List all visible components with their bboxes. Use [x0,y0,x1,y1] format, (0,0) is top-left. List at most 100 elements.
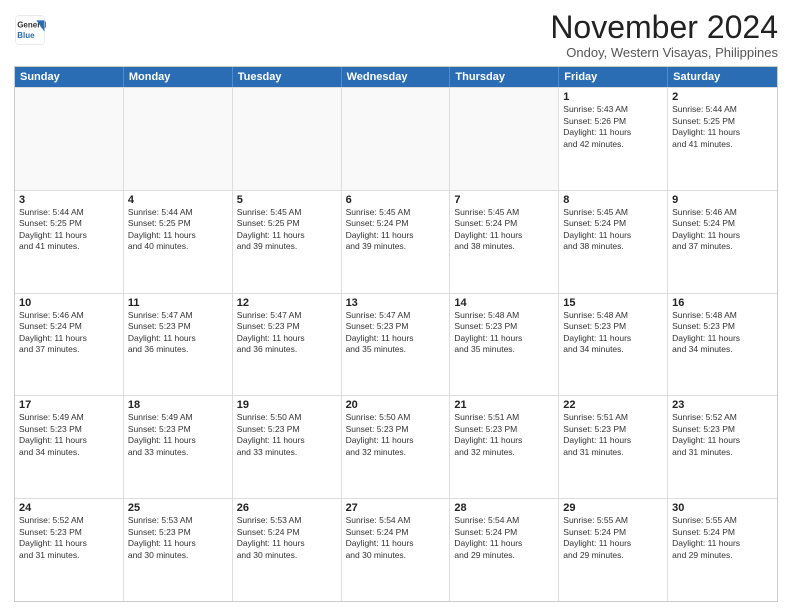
day-number: 18 [128,399,228,411]
day-number: 3 [19,194,119,206]
cal-header-cell-friday: Friday [559,67,668,87]
day-number: 28 [454,502,554,514]
logo-icon: General Blue [14,14,46,46]
cal-cell-day-12: 12Sunrise: 5:47 AM Sunset: 5:23 PM Dayli… [233,294,342,396]
day-number: 19 [237,399,337,411]
cal-cell-day-30: 30Sunrise: 5:55 AM Sunset: 5:24 PM Dayli… [668,499,777,601]
cal-cell-day-24: 24Sunrise: 5:52 AM Sunset: 5:23 PM Dayli… [15,499,124,601]
day-number: 9 [672,194,773,206]
day-number: 15 [563,297,663,309]
day-info: Sunrise: 5:49 AM Sunset: 5:23 PM Dayligh… [19,412,119,458]
cal-cell-day-5: 5Sunrise: 5:45 AM Sunset: 5:25 PM Daylig… [233,191,342,293]
day-info: Sunrise: 5:45 AM Sunset: 5:24 PM Dayligh… [346,207,446,253]
day-info: Sunrise: 5:45 AM Sunset: 5:25 PM Dayligh… [237,207,337,253]
cal-cell-day-4: 4Sunrise: 5:44 AM Sunset: 5:25 PM Daylig… [124,191,233,293]
day-info: Sunrise: 5:47 AM Sunset: 5:23 PM Dayligh… [237,310,337,356]
day-info: Sunrise: 5:53 AM Sunset: 5:23 PM Dayligh… [128,515,228,561]
cal-cell-day-21: 21Sunrise: 5:51 AM Sunset: 5:23 PM Dayli… [450,396,559,498]
cal-cell-day-11: 11Sunrise: 5:47 AM Sunset: 5:23 PM Dayli… [124,294,233,396]
cal-cell-empty [233,88,342,190]
day-number: 17 [19,399,119,411]
day-number: 7 [454,194,554,206]
day-info: Sunrise: 5:45 AM Sunset: 5:24 PM Dayligh… [563,207,663,253]
day-number: 27 [346,502,446,514]
cal-cell-day-9: 9Sunrise: 5:46 AM Sunset: 5:24 PM Daylig… [668,191,777,293]
page: General Blue November 2024 Ondoy, Wester… [0,0,792,612]
cal-cell-day-16: 16Sunrise: 5:48 AM Sunset: 5:23 PM Dayli… [668,294,777,396]
day-number: 23 [672,399,773,411]
day-info: Sunrise: 5:54 AM Sunset: 5:24 PM Dayligh… [454,515,554,561]
day-number: 1 [563,91,663,103]
cal-cell-day-14: 14Sunrise: 5:48 AM Sunset: 5:23 PM Dayli… [450,294,559,396]
header-right: November 2024 Ondoy, Western Visayas, Ph… [550,10,778,60]
cal-cell-day-23: 23Sunrise: 5:52 AM Sunset: 5:23 PM Dayli… [668,396,777,498]
day-info: Sunrise: 5:44 AM Sunset: 5:25 PM Dayligh… [19,207,119,253]
cal-header-cell-monday: Monday [124,67,233,87]
day-number: 12 [237,297,337,309]
day-number: 6 [346,194,446,206]
day-number: 20 [346,399,446,411]
day-number: 29 [563,502,663,514]
cal-cell-empty [450,88,559,190]
day-number: 16 [672,297,773,309]
cal-cell-day-26: 26Sunrise: 5:53 AM Sunset: 5:24 PM Dayli… [233,499,342,601]
day-info: Sunrise: 5:44 AM Sunset: 5:25 PM Dayligh… [128,207,228,253]
day-number: 21 [454,399,554,411]
cal-cell-day-1: 1Sunrise: 5:43 AM Sunset: 5:26 PM Daylig… [559,88,668,190]
day-number: 14 [454,297,554,309]
day-info: Sunrise: 5:51 AM Sunset: 5:23 PM Dayligh… [563,412,663,458]
calendar-header-row: SundayMondayTuesdayWednesdayThursdayFrid… [15,67,777,87]
day-info: Sunrise: 5:44 AM Sunset: 5:25 PM Dayligh… [672,104,773,150]
cal-header-cell-tuesday: Tuesday [233,67,342,87]
day-info: Sunrise: 5:52 AM Sunset: 5:23 PM Dayligh… [672,412,773,458]
day-number: 24 [19,502,119,514]
day-info: Sunrise: 5:55 AM Sunset: 5:24 PM Dayligh… [563,515,663,561]
day-number: 26 [237,502,337,514]
day-info: Sunrise: 5:43 AM Sunset: 5:26 PM Dayligh… [563,104,663,150]
location: Ondoy, Western Visayas, Philippines [550,45,778,60]
day-info: Sunrise: 5:52 AM Sunset: 5:23 PM Dayligh… [19,515,119,561]
cal-cell-empty [15,88,124,190]
day-info: Sunrise: 5:55 AM Sunset: 5:24 PM Dayligh… [672,515,773,561]
logo: General Blue [14,14,46,46]
cal-cell-day-3: 3Sunrise: 5:44 AM Sunset: 5:25 PM Daylig… [15,191,124,293]
day-number: 2 [672,91,773,103]
cal-header-cell-sunday: Sunday [15,67,124,87]
cal-cell-day-7: 7Sunrise: 5:45 AM Sunset: 5:24 PM Daylig… [450,191,559,293]
day-info: Sunrise: 5:50 AM Sunset: 5:23 PM Dayligh… [237,412,337,458]
day-info: Sunrise: 5:48 AM Sunset: 5:23 PM Dayligh… [672,310,773,356]
cal-week-4: 24Sunrise: 5:52 AM Sunset: 5:23 PM Dayli… [15,498,777,601]
day-info: Sunrise: 5:50 AM Sunset: 5:23 PM Dayligh… [346,412,446,458]
cal-cell-empty [342,88,451,190]
day-number: 4 [128,194,228,206]
cal-cell-day-28: 28Sunrise: 5:54 AM Sunset: 5:24 PM Dayli… [450,499,559,601]
day-number: 25 [128,502,228,514]
cal-cell-day-22: 22Sunrise: 5:51 AM Sunset: 5:23 PM Dayli… [559,396,668,498]
cal-cell-day-25: 25Sunrise: 5:53 AM Sunset: 5:23 PM Dayli… [124,499,233,601]
header: General Blue November 2024 Ondoy, Wester… [14,10,778,60]
cal-cell-day-13: 13Sunrise: 5:47 AM Sunset: 5:23 PM Dayli… [342,294,451,396]
month-title: November 2024 [550,10,778,45]
cal-header-cell-wednesday: Wednesday [342,67,451,87]
day-info: Sunrise: 5:49 AM Sunset: 5:23 PM Dayligh… [128,412,228,458]
cal-week-0: 1Sunrise: 5:43 AM Sunset: 5:26 PM Daylig… [15,87,777,190]
day-info: Sunrise: 5:46 AM Sunset: 5:24 PM Dayligh… [19,310,119,356]
day-number: 10 [19,297,119,309]
day-info: Sunrise: 5:51 AM Sunset: 5:23 PM Dayligh… [454,412,554,458]
day-number: 11 [128,297,228,309]
cal-cell-empty [124,88,233,190]
calendar-body: 1Sunrise: 5:43 AM Sunset: 5:26 PM Daylig… [15,87,777,601]
day-number: 13 [346,297,446,309]
cal-cell-day-29: 29Sunrise: 5:55 AM Sunset: 5:24 PM Dayli… [559,499,668,601]
cal-cell-day-20: 20Sunrise: 5:50 AM Sunset: 5:23 PM Dayli… [342,396,451,498]
day-info: Sunrise: 5:47 AM Sunset: 5:23 PM Dayligh… [346,310,446,356]
day-info: Sunrise: 5:48 AM Sunset: 5:23 PM Dayligh… [563,310,663,356]
calendar: SundayMondayTuesdayWednesdayThursdayFrid… [14,66,778,602]
day-info: Sunrise: 5:46 AM Sunset: 5:24 PM Dayligh… [672,207,773,253]
cal-cell-day-18: 18Sunrise: 5:49 AM Sunset: 5:23 PM Dayli… [124,396,233,498]
cal-week-3: 17Sunrise: 5:49 AM Sunset: 5:23 PM Dayli… [15,395,777,498]
cal-cell-day-15: 15Sunrise: 5:48 AM Sunset: 5:23 PM Dayli… [559,294,668,396]
cal-cell-day-27: 27Sunrise: 5:54 AM Sunset: 5:24 PM Dayli… [342,499,451,601]
day-info: Sunrise: 5:47 AM Sunset: 5:23 PM Dayligh… [128,310,228,356]
svg-text:Blue: Blue [17,31,35,40]
